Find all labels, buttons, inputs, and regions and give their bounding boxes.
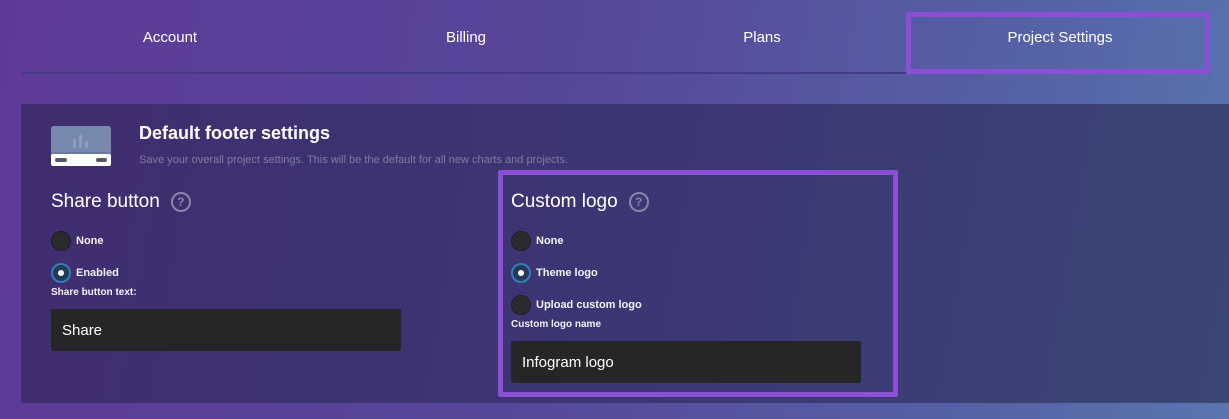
custom-logo-highlight-box xyxy=(498,170,898,397)
share-button-text-label: Share button text: xyxy=(51,287,137,298)
share-option-none[interactable]: None xyxy=(51,231,104,251)
share-button-heading-text: Share button xyxy=(51,191,160,212)
tab-plans[interactable]: Plans xyxy=(614,0,910,74)
share-button-text-input[interactable] xyxy=(51,309,401,351)
share-option-enabled[interactable]: Enabled xyxy=(51,263,119,283)
share-button-heading: Share button ? xyxy=(51,191,191,213)
footer-preview-icon xyxy=(51,126,111,166)
radio-label: Enabled xyxy=(76,267,119,279)
panel-subtitle: Save your overall project settings. This… xyxy=(139,154,569,166)
share-help-icon[interactable]: ? xyxy=(170,192,191,212)
radio-button[interactable] xyxy=(51,231,71,251)
panel-title: Default footer settings xyxy=(139,123,331,143)
tab-billing[interactable]: Billing xyxy=(318,0,614,74)
radio-button[interactable] xyxy=(51,263,71,283)
tab-account[interactable]: Account xyxy=(22,0,318,74)
tab-highlight-box xyxy=(906,12,1210,74)
radio-label: None xyxy=(76,235,104,247)
